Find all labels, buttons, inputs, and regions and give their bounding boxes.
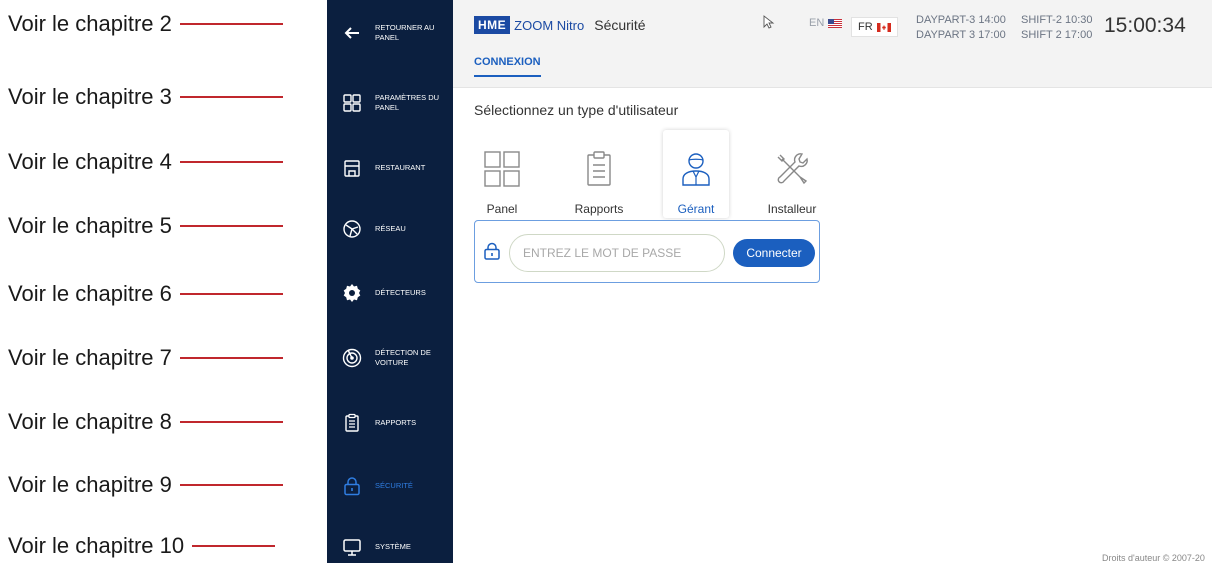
monitor-icon: [341, 536, 363, 558]
shift-line-1: SHIFT-2 10:30: [1021, 14, 1093, 26]
shift-line-2: SHIFT 2 17:00: [1021, 29, 1093, 41]
daypart-line-2: DAYPART 3 17:00: [916, 29, 1006, 41]
user-type-label: Rapports: [574, 202, 624, 216]
page-title: Sécurité: [594, 17, 646, 33]
user-type-label: Installeur: [767, 202, 817, 216]
sidebar-item-reports[interactable]: RAPPORTS: [327, 398, 453, 448]
language-en-button[interactable]: EN: [809, 17, 843, 29]
canada-flag-icon: [876, 22, 891, 32]
daypart-line-1: DAYPART-3 14:00: [916, 14, 1006, 26]
annotation-line: [179, 293, 283, 295]
sidebar: RETOURNER AU PANEL PARAMÈTRES DU PANEL R…: [327, 0, 453, 563]
shift-info: SHIFT-2 10:30 SHIFT 2 17:00: [1021, 13, 1093, 43]
annotation-line: [179, 225, 283, 227]
sidebar-item-label: RÉSEAU: [375, 224, 406, 233]
mouse-cursor-icon: [763, 15, 775, 29]
daypart-info: DAYPART-3 14:00 DAYPART 3 17:00: [916, 13, 1006, 43]
annotation-chapter-10: Voir le chapitre 10: [8, 531, 276, 561]
chapter-annotations: Voir le chapitre 2 Voir le chapitre 3 Vo…: [0, 0, 325, 563]
clock: 15:00:34: [1104, 14, 1186, 37]
annotation-chapter-6: Voir le chapitre 6: [8, 279, 283, 309]
sidebar-item-restaurant[interactable]: RESTAURANT: [327, 143, 453, 193]
tab-connexion[interactable]: CONNEXION: [474, 56, 541, 77]
sidebar-item-label: RESTAURANT: [375, 163, 426, 172]
annotation-label: Voir le chapitre 9: [8, 472, 172, 497]
sidebar-item-panel-settings[interactable]: PARAMÈTRES DU PANEL: [327, 78, 453, 128]
tools-icon: [767, 144, 817, 194]
clipboard-icon: [574, 144, 624, 194]
annotation-chapter-5: Voir le chapitre 5: [8, 211, 283, 241]
sidebar-item-system[interactable]: SYSTÈME: [327, 522, 453, 563]
annotation-chapter-9: Voir le chapitre 9: [8, 470, 283, 500]
clipboard-icon: [341, 412, 363, 434]
annotation-line: [179, 421, 283, 423]
language-fr-button[interactable]: FR: [851, 17, 898, 37]
annotation-line: [179, 484, 283, 486]
sidebar-item-detectors[interactable]: DÉTECTEURS: [327, 268, 453, 318]
zoom-nitro-label: ZOOM Nitro: [514, 17, 585, 33]
annotation-line: [179, 161, 283, 163]
radar-icon: [341, 347, 363, 369]
sidebar-item-label: RAPPORTS: [375, 418, 417, 427]
grid-icon: [477, 144, 527, 194]
annotation-chapter-3: Voir le chapitre 3: [8, 82, 283, 112]
store-icon: [341, 157, 363, 179]
user-type-manager[interactable]: Gérant: [663, 130, 729, 218]
annotation-label: Voir le chapitre 4: [8, 149, 172, 174]
annotation-chapter-8: Voir le chapitre 8: [8, 407, 283, 437]
brand: HME ZOOM Nitro Sécurité: [474, 16, 646, 34]
password-input[interactable]: [509, 234, 725, 272]
annotation-label: Voir le chapitre 7: [8, 345, 172, 370]
annotation-label: Voir le chapitre 6: [8, 281, 172, 306]
hme-logo: HME: [474, 16, 511, 34]
user-type-installer[interactable]: Installeur: [759, 130, 825, 218]
manager-icon: [671, 144, 721, 194]
arrow-left-icon: [341, 22, 363, 44]
annotation-chapter-4: Voir le chapitre 4: [8, 147, 283, 177]
us-flag-icon: [828, 18, 843, 28]
annotation-label: Voir le chapitre 3: [8, 84, 172, 109]
language-fr-label: FR: [858, 21, 873, 33]
annotation-line: [192, 545, 276, 547]
network-icon: [341, 218, 363, 240]
sidebar-item-label: RETOURNER AU PANEL: [375, 23, 435, 42]
connect-button[interactable]: Connecter: [733, 239, 815, 267]
sidebar-item-label: SÉCURITÉ: [375, 481, 413, 490]
annotation-chapter-7: Voir le chapitre 7: [8, 343, 283, 373]
sidebar-item-car-detection[interactable]: DÉTECTION DE VOITURE: [327, 333, 453, 383]
language-en-label: EN: [809, 17, 825, 29]
lock-icon: [484, 242, 500, 260]
sidebar-item-back-to-panel[interactable]: RETOURNER AU PANEL: [327, 8, 453, 58]
sidebar-item-label: DÉTECTION DE VOITURE: [375, 348, 431, 367]
annotation-line: [179, 357, 283, 359]
user-type-label: Gérant: [677, 202, 715, 216]
sidebar-item-network[interactable]: RÉSEAU: [327, 204, 453, 254]
sidebar-item-label: PARAMÈTRES DU PANEL: [375, 93, 440, 112]
annotation-line: [179, 96, 283, 98]
login-panel: Connecter: [474, 220, 820, 283]
annotation-chapter-2: Voir le chapitre 2: [8, 9, 283, 39]
sidebar-item-label: DÉTECTEURS: [375, 288, 426, 297]
top-header: HME ZOOM Nitro Sécurité EN FR DAYPART-3 …: [453, 0, 1212, 88]
lock-icon: [341, 475, 363, 497]
grid-icon: [341, 92, 363, 114]
sidebar-item-security[interactable]: SÉCURITÉ: [327, 461, 453, 511]
annotation-label: Voir le chapitre 10: [8, 533, 185, 558]
annotation-line: [179, 23, 283, 25]
gear-icon: [341, 282, 363, 304]
user-type-panel[interactable]: Panel: [469, 130, 535, 218]
sidebar-item-label: SYSTÈME: [375, 542, 411, 551]
select-user-type-title: Sélectionnez un type d'utilisateur: [474, 102, 679, 118]
user-type-label: Panel: [486, 202, 518, 216]
annotation-label: Voir le chapitre 8: [8, 409, 172, 434]
copyright: Droits d'auteur © 2007-20: [1102, 553, 1205, 563]
annotation-label: Voir le chapitre 5: [8, 213, 172, 238]
annotation-label: Voir le chapitre 2: [8, 11, 172, 36]
user-type-reports[interactable]: Rapports: [566, 130, 632, 218]
